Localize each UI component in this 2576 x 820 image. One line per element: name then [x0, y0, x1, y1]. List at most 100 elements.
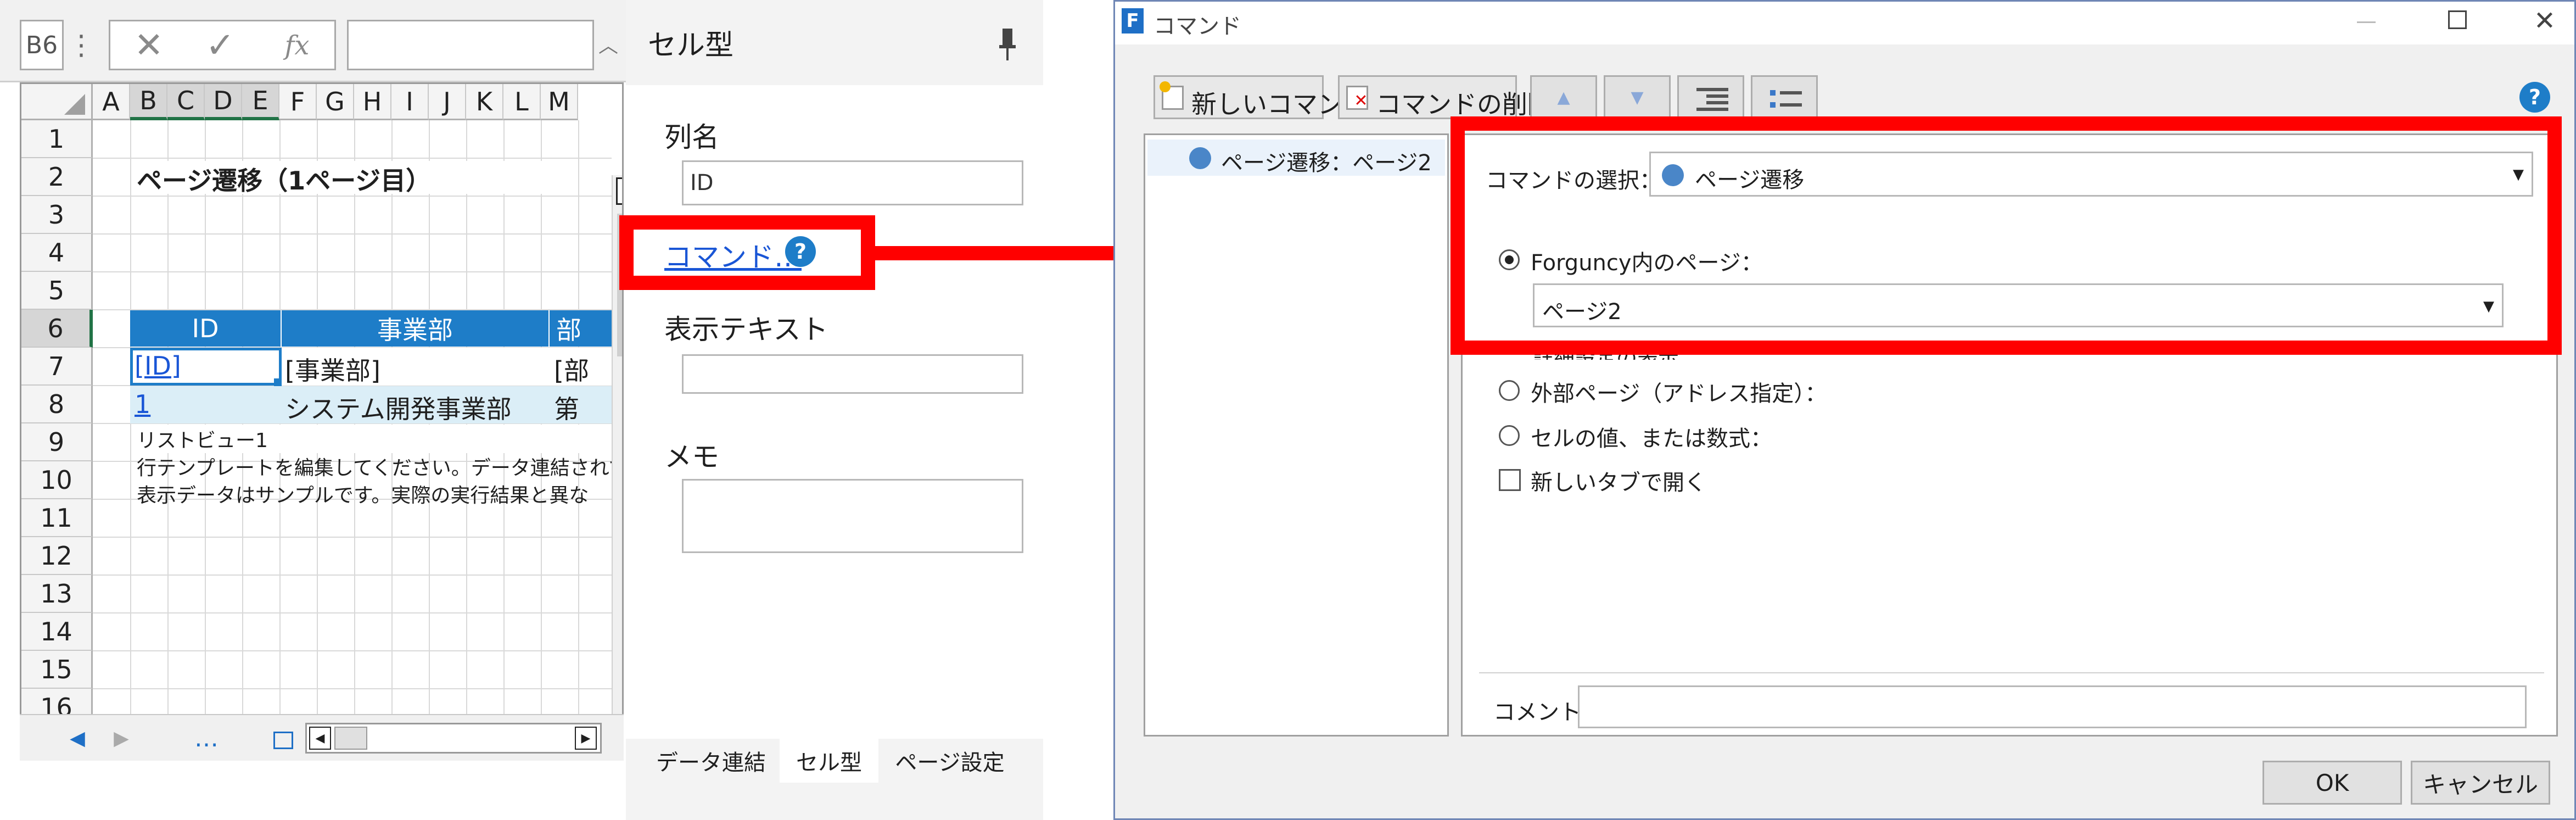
row-header[interactable]: 6 — [21, 310, 93, 348]
new-tab-checkbox[interactable] — [1499, 469, 1521, 491]
column-header[interactable]: F — [279, 84, 317, 120]
scroll-right-icon[interactable]: ▶ — [575, 727, 597, 750]
column-header[interactable]: H — [354, 84, 391, 120]
ok-button[interactable]: OK — [2263, 761, 2402, 805]
new-command-button[interactable]: 新しいコマンド — [1153, 75, 1368, 119]
row-header[interactable]: 13 — [21, 575, 93, 613]
memo-label: メモ — [664, 441, 719, 473]
column-header[interactable]: L — [503, 84, 541, 120]
maximize-icon[interactable] — [2448, 10, 2467, 29]
move-down-button[interactable]: ▼ — [1604, 75, 1671, 119]
row-header[interactable]: 15 — [21, 651, 93, 689]
column-header[interactable]: K — [466, 84, 503, 120]
table-header-cell[interactable]: 事業部 — [282, 310, 548, 347]
move-up-button[interactable]: ▲ — [1530, 75, 1597, 119]
minimize-icon[interactable] — [2357, 21, 2376, 23]
radio-external-page[interactable] — [1499, 380, 1520, 401]
table-header-cell[interactable]: ID — [130, 310, 281, 347]
scroll-thumb[interactable] — [334, 727, 367, 750]
column-name-label: 列名 — [664, 121, 719, 153]
dialog-titlebar: F コマンド ✕ — [1115, 2, 2574, 44]
table-header-cell[interactable]: 部 — [550, 310, 612, 347]
help-icon[interactable]: ? — [2519, 82, 2550, 113]
column-header[interactable]: J — [429, 84, 466, 120]
divider — [1479, 672, 2544, 673]
chevron-up-icon[interactable]: ︿ — [598, 22, 618, 66]
check-icon[interactable]: ✓ — [198, 24, 242, 68]
prev-sheet-icon[interactable]: ◀ — [64, 723, 91, 754]
tab-page-settings[interactable]: ページ設定 — [884, 739, 1016, 783]
row-header[interactable]: 11 — [21, 499, 93, 537]
grid-line — [242, 120, 243, 726]
grid-line — [93, 688, 612, 689]
section-cell[interactable]: 第 — [554, 389, 609, 426]
new-tab-label: 新しいタブで開く — [1531, 470, 1706, 495]
section-cell[interactable]: [部 — [554, 351, 609, 387]
column-header[interactable]: E — [242, 84, 279, 120]
row-header[interactable]: 7 — [21, 348, 93, 386]
close-icon[interactable]: ✕ — [127, 24, 171, 68]
grid-line — [93, 574, 612, 576]
column-name-input[interactable]: ID — [682, 160, 1023, 205]
listview-name: リストビュー1 — [137, 425, 612, 453]
row-header[interactable]: 1 — [21, 120, 93, 158]
grid-line — [279, 120, 281, 726]
new-sheet-icon[interactable] — [273, 732, 293, 749]
comment-input[interactable] — [1578, 685, 2527, 728]
scroll-up-icon[interactable]: ▲ — [616, 177, 622, 205]
next-sheet-icon[interactable]: ▶ — [108, 723, 135, 754]
row-header[interactable]: 5 — [21, 272, 93, 310]
formula-input[interactable] — [347, 20, 594, 70]
list-item[interactable]: ページ遷移：ページ2 — [1147, 140, 1445, 176]
row-header[interactable]: 4 — [21, 234, 93, 272]
panel-title: セル型 — [648, 29, 734, 62]
row-header[interactable]: 14 — [21, 613, 93, 651]
tab-data-binding[interactable]: データ連結 — [648, 739, 774, 783]
column-header[interactable]: B — [130, 84, 167, 120]
column-header[interactable]: I — [391, 84, 429, 120]
delete-command-button[interactable]: ✕ コマンドの削除 — [1338, 75, 1553, 119]
pin-icon[interactable] — [999, 29, 1016, 62]
highlight-box-command-settings — [1451, 116, 2562, 355]
globe-icon — [1189, 147, 1211, 169]
display-text-label: 表示テキスト — [664, 314, 828, 345]
fx-icon[interactable]: fx — [275, 24, 319, 68]
column-header[interactable]: G — [317, 84, 354, 120]
dialog-title: コマンド — [1153, 14, 1241, 39]
tab-cell-type[interactable]: セル型 — [780, 739, 878, 783]
column-header[interactable]: M — [541, 84, 578, 120]
indent-button[interactable] — [1677, 75, 1744, 119]
column-header[interactable]: C — [167, 84, 205, 120]
grid-line — [93, 612, 612, 613]
scroll-left-icon[interactable]: ◀ — [309, 727, 331, 750]
department-cell[interactable]: [事業部] — [285, 351, 548, 387]
radio-cell-value[interactable] — [1499, 425, 1520, 446]
memo-input[interactable] — [682, 479, 1023, 553]
more-sheets-button[interactable]: … — [184, 723, 228, 754]
department-cell[interactable]: システム開発事業部 — [285, 389, 548, 426]
cell-reference-box[interactable]: B6 — [20, 20, 64, 70]
column-header[interactable]: A — [93, 84, 130, 120]
id-cell[interactable]: 1 — [135, 389, 277, 419]
row-header[interactable]: 9 — [21, 423, 93, 461]
cancel-button[interactable]: キャンセル — [2411, 761, 2550, 805]
row-header[interactable]: 10 — [21, 461, 93, 499]
row-header[interactable]: 12 — [21, 537, 93, 575]
grid-line — [93, 233, 612, 235]
grid-line — [205, 120, 206, 726]
row-header[interactable]: 3 — [21, 196, 93, 234]
more-options-icon[interactable]: ⋮ — [68, 22, 95, 68]
horizontal-scrollbar[interactable]: ◀ ▶ — [305, 723, 602, 754]
row-header[interactable]: 2 — [21, 158, 93, 196]
outdent-button[interactable] — [1751, 75, 1818, 119]
column-header[interactable]: D — [205, 84, 242, 120]
select-all-corner[interactable] — [21, 84, 93, 120]
star-icon — [1160, 81, 1171, 92]
grid-line — [167, 120, 169, 726]
close-icon[interactable]: ✕ — [2528, 2, 2561, 40]
page-title-cell[interactable]: ページ遷移（1ページ目） — [137, 161, 576, 194]
row-header[interactable]: 8 — [21, 386, 93, 423]
table-row: 1 システム開発事業部 第 — [130, 386, 612, 426]
display-text-input[interactable] — [682, 354, 1023, 394]
fill-handle[interactable] — [274, 378, 282, 386]
